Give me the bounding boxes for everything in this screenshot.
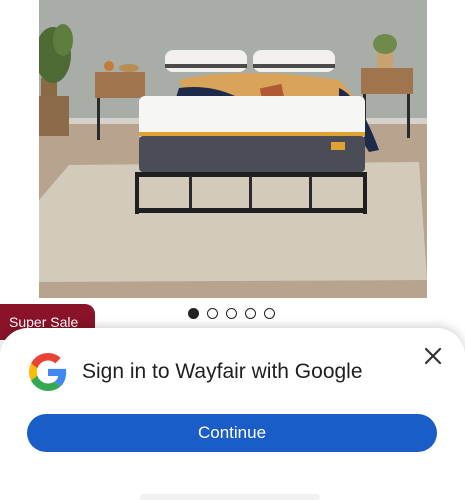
home-indicator [140, 494, 320, 500]
close-button[interactable] [419, 342, 447, 370]
carousel-dot-3[interactable] [226, 308, 237, 319]
continue-button[interactable]: Continue [27, 414, 437, 452]
google-signin-sheet: Sign in to Wayfair with Google Continue [0, 328, 465, 500]
carousel-dot-2[interactable] [207, 308, 218, 319]
close-icon[interactable] [419, 342, 447, 370]
carousel-dot-5[interactable] [264, 308, 275, 319]
product-image[interactable] [39, 0, 427, 298]
image-carousel-dots[interactable] [188, 308, 275, 319]
carousel-dot-1[interactable] [188, 308, 199, 319]
carousel-dot-4[interactable] [245, 308, 256, 319]
signin-title: Sign in to Wayfair with Google [82, 360, 363, 383]
google-g-logo-icon [29, 353, 67, 391]
bedroom-mattress-illustration [39, 0, 427, 298]
